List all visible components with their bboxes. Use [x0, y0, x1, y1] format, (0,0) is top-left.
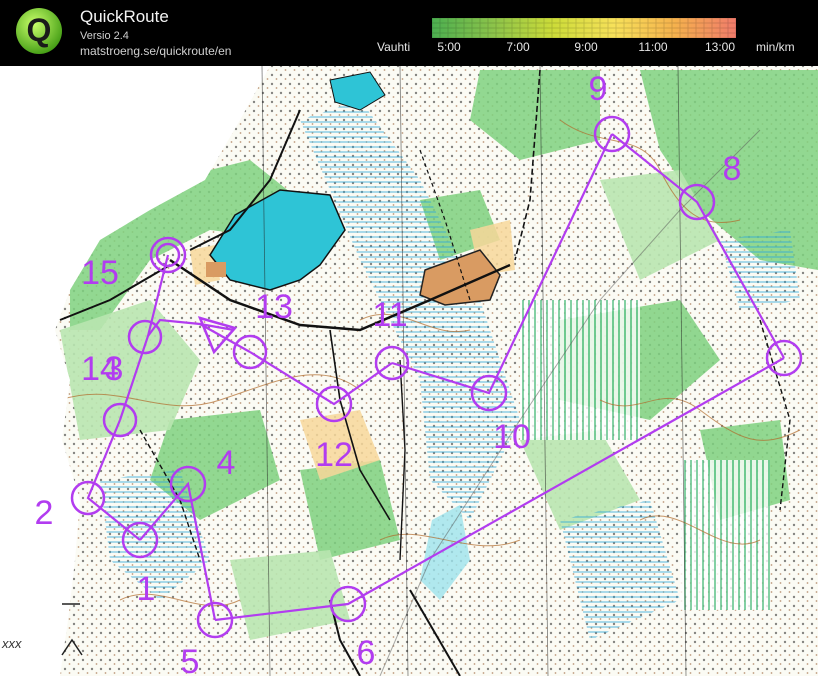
control-label: 13	[255, 288, 293, 326]
app-url[interactable]: matstroeng.se/quickroute/en	[80, 44, 231, 58]
svg-text:Q: Q	[27, 12, 52, 48]
control-label: 9	[589, 70, 608, 108]
map-canvas[interactable]: 1 2 3 4 5 6 8 9 10 11 12 13 14 15	[0, 66, 818, 676]
control-label: 15	[81, 254, 119, 292]
pace-tick: 11:00	[638, 40, 668, 54]
pace-tick: 5:00	[437, 40, 461, 54]
settlement-area	[206, 262, 226, 277]
control-label: 11	[372, 296, 407, 334]
pace-tick: 13:00	[704, 40, 736, 54]
pace-label: Vauhti	[377, 40, 411, 54]
control-label: 1	[137, 570, 156, 608]
app-header: Q QuickRoute Versio 2.4 matstroeng.se/qu…	[0, 0, 818, 66]
control-label: 8	[723, 150, 742, 188]
control-label: 2	[35, 494, 54, 532]
undergrowth-area	[520, 300, 640, 440]
undergrowth-area	[680, 460, 770, 610]
pace-tick: 7:00	[506, 40, 530, 54]
app-title: QuickRoute	[80, 7, 169, 26]
control-label: 6	[357, 634, 376, 672]
pace-tick: 9:00	[574, 40, 598, 54]
control-label: 10	[493, 418, 531, 456]
control-label: 14	[81, 350, 119, 388]
pace-color-scale	[432, 18, 736, 38]
pace-unit: min/km	[756, 40, 795, 54]
control-label: 5	[181, 643, 200, 676]
orienteering-map[interactable]: 1 2 3 4 5 6 8 9 10 11 12 13 14 15	[0, 66, 818, 676]
control-label: 12	[315, 436, 353, 474]
control-label: 4	[217, 444, 236, 482]
quickroute-logo-icon: Q	[16, 8, 62, 54]
corner-text: xxx	[2, 636, 22, 651]
app-version: Versio 2.4	[80, 30, 129, 42]
